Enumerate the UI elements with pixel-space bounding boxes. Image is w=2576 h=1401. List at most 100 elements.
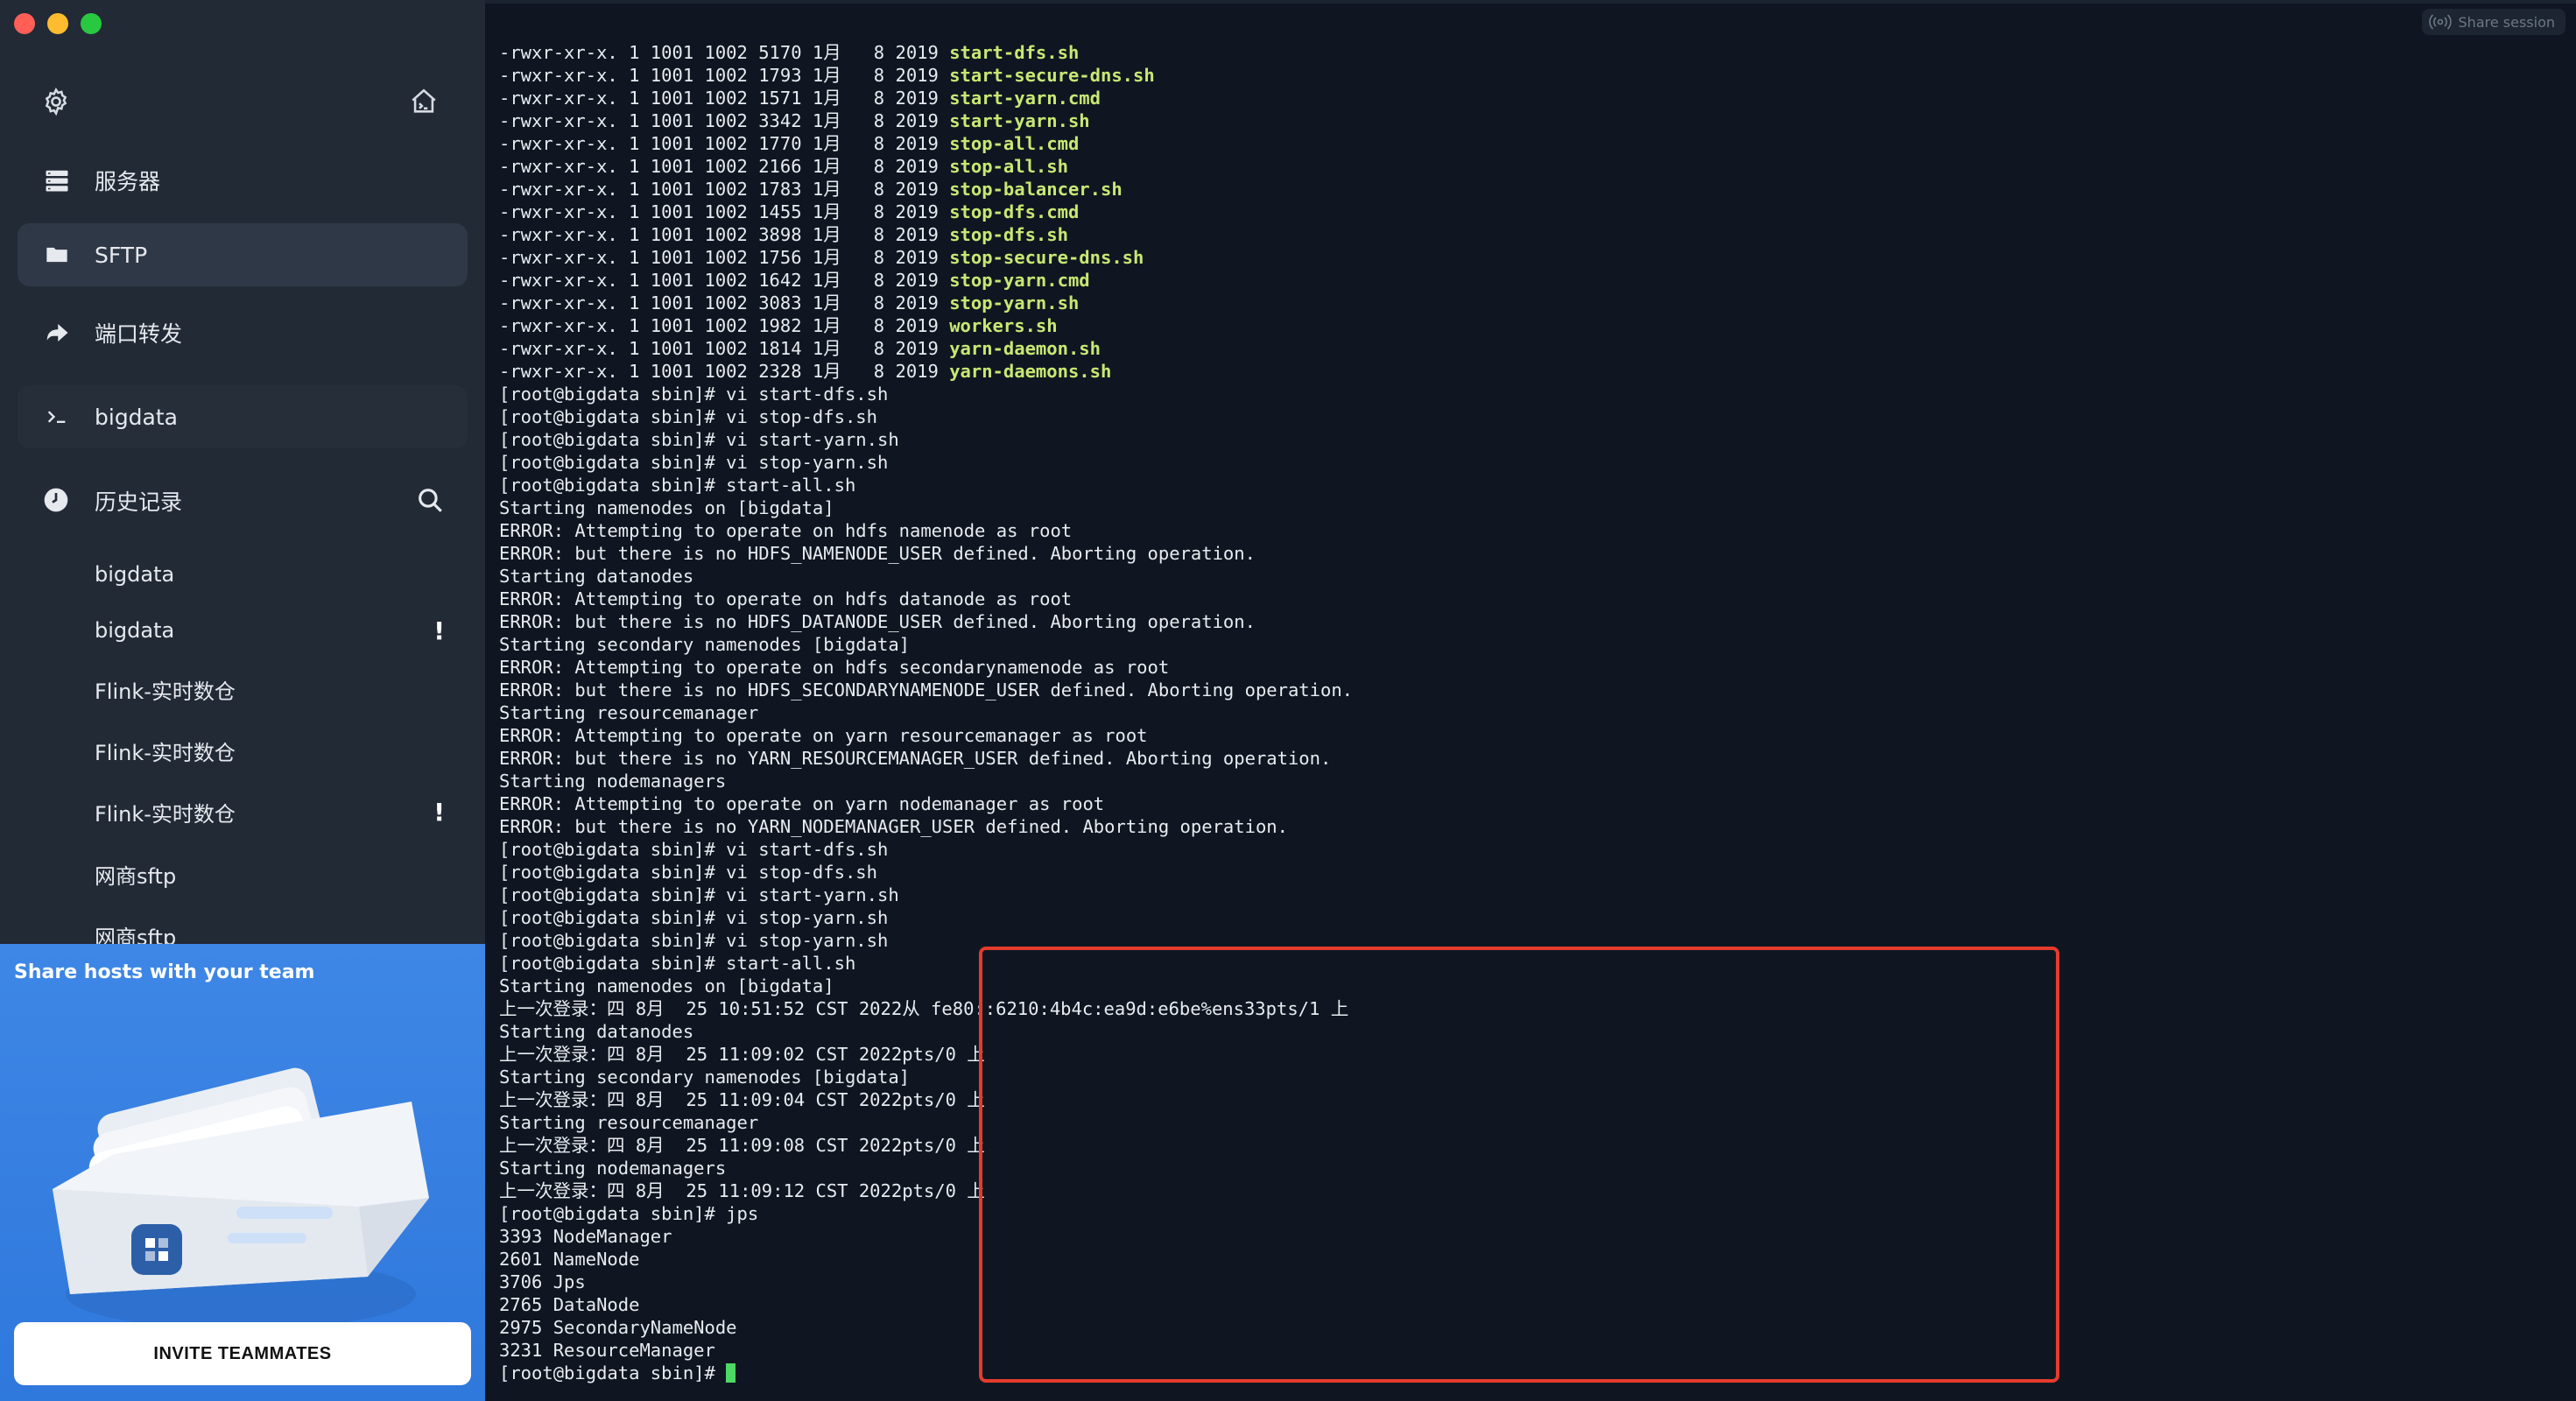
broadcast-icon bbox=[2428, 14, 2452, 30]
history-item[interactable]: Flink-实时数仓 bbox=[95, 729, 454, 772]
executable-filename: stop-yarn.sh bbox=[949, 292, 1080, 313]
terminal-line-text: -rwxr-xr-x. 1 1001 1002 2328 1月 8 2019 bbox=[499, 361, 950, 382]
terminal-line-text: [root@bigdata sbin]# jps bbox=[499, 1203, 759, 1224]
terminal-line-text: ERROR: but there is no HDFS_SECONDARYNAM… bbox=[499, 679, 1354, 700]
terminal-line-text: [root@bigdata sbin]# vi stop-dfs.sh bbox=[499, 862, 877, 883]
terminal-line: -rwxr-xr-x. 1 1001 1002 3342 1月 8 2019 s… bbox=[499, 109, 1353, 132]
terminal-line-text: ERROR: Attempting to operate on hdfs nam… bbox=[499, 520, 1073, 541]
terminal-line-text: Starting nodemanagers bbox=[499, 1158, 727, 1179]
terminal-line: 3706 Jps bbox=[499, 1271, 1353, 1293]
terminal-line-text: 2975 SecondaryNameNode bbox=[499, 1317, 737, 1338]
terminal-line: Starting secondary namenodes [bigdata] bbox=[499, 1066, 1353, 1088]
terminal-line: Starting nodemanagers bbox=[499, 770, 1353, 792]
terminal-line: Starting namenodes on [bigdata] bbox=[499, 975, 1353, 997]
terminal-line: ERROR: but there is no YARN_RESOURCEMANA… bbox=[499, 747, 1353, 770]
terminal-output: -rwxr-xr-x. 1 1001 1002 5170 1月 8 2019 s… bbox=[499, 41, 1353, 1384]
terminal-line-text: -rwxr-xr-x. 1 1001 1002 1756 1月 8 2019 bbox=[499, 247, 950, 268]
terminal-line-text: [root@bigdata sbin]# vi start-dfs.sh bbox=[499, 384, 889, 405]
search-icon[interactable] bbox=[415, 485, 447, 517]
terminal-line-text: [root@bigdata sbin]# vi stop-yarn.sh bbox=[499, 930, 889, 951]
history-item[interactable]: bigdata ! bbox=[95, 609, 454, 652]
terminal-line: ERROR: Attempting to operate on hdfs dat… bbox=[499, 588, 1353, 610]
minimize-window-button[interactable] bbox=[47, 13, 68, 34]
terminal-line-text: [root@bigdata sbin]# vi start-yarn.sh bbox=[499, 884, 899, 905]
terminal-line-text: -rwxr-xr-x. 1 1001 1002 1642 1月 8 2019 bbox=[499, 270, 950, 291]
terminal-line-text: ERROR: Attempting to operate on hdfs sec… bbox=[499, 657, 1170, 678]
share-session-label: Share session bbox=[2458, 13, 2555, 31]
terminal-line-text: -rwxr-xr-x. 1 1001 1002 1571 1月 8 2019 bbox=[499, 88, 950, 109]
executable-filename: workers.sh bbox=[949, 315, 1058, 336]
terminal-line: -rwxr-xr-x. 1 1001 1002 1982 1月 8 2019 w… bbox=[499, 314, 1353, 337]
terminal-line: -rwxr-xr-x. 1 1001 1002 2328 1月 8 2019 y… bbox=[499, 360, 1353, 383]
executable-filename: stop-balancer.sh bbox=[949, 179, 1123, 200]
terminal-line: ERROR: but there is no HDFS_NAMENODE_USE… bbox=[499, 542, 1353, 565]
history-section-header: 历史记录 bbox=[18, 473, 468, 529]
terminal-prompt-line[interactable]: [root@bigdata sbin]# bbox=[499, 1362, 1353, 1384]
terminal-line: -rwxr-xr-x. 1 1001 1002 2166 1月 8 2019 s… bbox=[499, 155, 1353, 178]
promo-title: Share hosts with your team bbox=[14, 961, 315, 983]
nav-item-port-forwarding[interactable]: 端口转发 bbox=[18, 301, 468, 364]
terminal-line: -rwxr-xr-x. 1 1001 1002 1455 1月 8 2019 s… bbox=[499, 201, 1353, 223]
history-item-label: bigdata bbox=[95, 618, 175, 643]
terminal-line-text: -rwxr-xr-x. 1 1001 1002 1814 1月 8 2019 bbox=[499, 338, 950, 359]
terminal-line-text: -rwxr-xr-x. 1 1001 1002 2166 1月 8 2019 bbox=[499, 156, 950, 177]
terminal-line: 2765 DataNode bbox=[499, 1293, 1353, 1316]
close-window-button[interactable] bbox=[14, 13, 35, 34]
terminal-line: Starting secondary namenodes [bigdata] bbox=[499, 633, 1353, 656]
terminal-line: -rwxr-xr-x. 1 1001 1002 1571 1月 8 2019 s… bbox=[499, 87, 1353, 109]
history-item-label: 网商sftp bbox=[95, 863, 177, 889]
executable-filename: start-yarn.sh bbox=[949, 110, 1090, 131]
terminal-line-text: -rwxr-xr-x. 1 1001 1002 1793 1月 8 2019 bbox=[499, 65, 950, 86]
maximize-window-button[interactable] bbox=[81, 13, 102, 34]
share-session-button[interactable]: Share session bbox=[2421, 9, 2565, 35]
terminal-line: ERROR: but there is no YARN_NODEMANAGER_… bbox=[499, 815, 1353, 838]
terminal-line: Starting namenodes on [bigdata] bbox=[499, 496, 1353, 519]
terminal-line: [root@bigdata sbin]# vi stop-dfs.sh bbox=[499, 861, 1353, 884]
executable-filename: start-secure-dns.sh bbox=[949, 65, 1155, 86]
terminal-line-text: ERROR: Attempting to operate on yarn res… bbox=[499, 725, 1148, 746]
terminal-line: -rwxr-xr-x. 1 1001 1002 1756 1月 8 2019 s… bbox=[499, 246, 1353, 269]
terminal-line: ERROR: but there is no HDFS_SECONDARYNAM… bbox=[499, 679, 1353, 701]
terminal-line-text: [root@bigdata sbin]# vi stop-dfs.sh bbox=[499, 406, 877, 427]
history-item[interactable]: 网商sftp bbox=[95, 852, 454, 896]
terminal-line-text: 上一次登录：四 8月 25 10:51:52 CST 2022从 fe80::6… bbox=[499, 998, 1349, 1019]
terminal-line: 上一次登录：四 8月 25 10:51:52 CST 2022从 fe80::6… bbox=[499, 997, 1353, 1020]
terminal-line-text: ERROR: Attempting to operate on yarn nod… bbox=[499, 793, 1105, 814]
terminal-line-text: [root@bigdata sbin]# start-all.sh bbox=[499, 953, 856, 974]
invite-teammates-button[interactable]: INVITE TEAMMATES bbox=[14, 1322, 471, 1385]
terminal-line: Starting datanodes bbox=[499, 1020, 1353, 1043]
terminal-line: ERROR: but there is no HDFS_DATANODE_USE… bbox=[499, 610, 1353, 633]
terminal-line: Starting resourcemanager bbox=[499, 701, 1353, 724]
history-item[interactable]: bigdata bbox=[95, 553, 454, 596]
terminal-line-text: -rwxr-xr-x. 1 1001 1002 1455 1月 8 2019 bbox=[499, 201, 950, 222]
gear-icon[interactable] bbox=[39, 84, 74, 119]
history-item-label: Flink-实时数仓 bbox=[95, 801, 236, 827]
terminal-line-text: Starting datanodes bbox=[499, 1021, 694, 1042]
terminal-line: -rwxr-xr-x. 1 1001 1002 1783 1月 8 2019 s… bbox=[499, 178, 1353, 201]
terminal-line-text: 2601 NameNode bbox=[499, 1249, 640, 1270]
executable-filename: yarn-daemon.sh bbox=[949, 338, 1101, 359]
terminal-line-text: [root@bigdata sbin]# vi start-yarn.sh bbox=[499, 429, 899, 450]
terminal-line: 3231 ResourceManager bbox=[499, 1339, 1353, 1362]
folder-icon bbox=[42, 240, 72, 270]
executable-filename: stop-dfs.sh bbox=[949, 224, 1068, 245]
port-forward-icon bbox=[42, 318, 72, 348]
terminal-line-text: ERROR: Attempting to operate on hdfs dat… bbox=[499, 588, 1073, 609]
terminal-line: ERROR: Attempting to operate on hdfs nam… bbox=[499, 519, 1353, 542]
terminal-line: [root@bigdata sbin]# start-all.sh bbox=[499, 952, 1353, 975]
terminal-line-text: Starting secondary namenodes [bigdata] bbox=[499, 634, 910, 655]
history-item[interactable]: Flink-实时数仓 ! bbox=[95, 790, 454, 834]
terminal-line-text: Starting namenodes on [bigdata] bbox=[499, 497, 834, 518]
terminal-line-text: Starting secondary namenodes [bigdata] bbox=[499, 1067, 910, 1088]
host-cards-illustration bbox=[53, 1067, 429, 1329]
sidebar-top-icons bbox=[39, 84, 443, 119]
terminal-line-text: [root@bigdata sbin]# start-all.sh bbox=[499, 475, 856, 496]
history-item[interactable]: Flink-实时数仓 bbox=[95, 667, 454, 711]
nav-item-servers[interactable]: 服务器 bbox=[18, 149, 468, 212]
terminal-home-icon[interactable] bbox=[406, 84, 441, 119]
nav-item-session-bigdata[interactable]: bigdata bbox=[18, 385, 468, 448]
terminal-line-text: [root@bigdata sbin]# vi stop-yarn.sh bbox=[499, 452, 889, 473]
terminal-pane[interactable]: Share session -rwxr-xr-x. 1 1001 1002 51… bbox=[485, 0, 2576, 1401]
nav-item-sftp[interactable]: SFTP bbox=[18, 223, 468, 286]
terminal-line: ERROR: Attempting to operate on yarn res… bbox=[499, 724, 1353, 747]
